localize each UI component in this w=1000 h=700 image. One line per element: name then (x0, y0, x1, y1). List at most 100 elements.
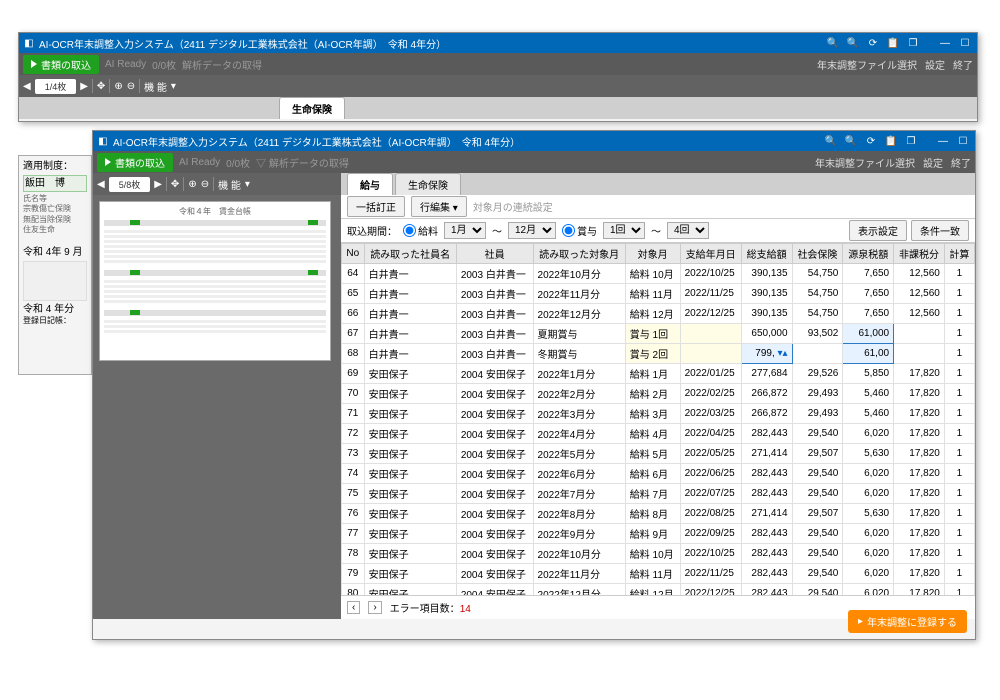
table-row[interactable]: 79安田保子2004 安田保子2022年11月分給料 11月2022/11/25… (342, 564, 975, 584)
cell[interactable]: 78 (342, 544, 365, 564)
cell[interactable]: 給料 12月 (625, 584, 680, 596)
col-header[interactable]: 読み取った対象月 (533, 244, 625, 264)
cell[interactable]: 2022年2月分 (533, 384, 625, 404)
cell[interactable]: 2022年11月分 (533, 564, 625, 584)
cell[interactable]: 29,540 (792, 584, 843, 596)
col-header[interactable]: 読み取った社員名 (364, 244, 456, 264)
cell[interactable]: 5,460 (843, 404, 894, 424)
chevron-down-icon[interactable]: ▾ (171, 81, 176, 92)
cell[interactable]: 安田保子 (364, 404, 456, 424)
col-header[interactable]: 非課税分 (894, 244, 945, 264)
cell[interactable]: 白井貴一 (364, 304, 456, 324)
col-header[interactable]: 社会保険 (792, 244, 843, 264)
cell[interactable]: 1 (944, 464, 974, 484)
zoom-in-icon[interactable]: ⊕ (114, 81, 122, 92)
cell[interactable]: 282,443 (741, 584, 792, 596)
cell[interactable]: 17,820 (894, 524, 945, 544)
cell[interactable]: 67 (342, 324, 365, 344)
zoom-in-icon[interactable]: 🔍 (823, 133, 839, 149)
cell[interactable]: 17,820 (894, 364, 945, 384)
col-header[interactable]: 源泉税額 (843, 244, 894, 264)
cell[interactable]: 65 (342, 284, 365, 304)
cell[interactable]: 白井貴一 (364, 264, 456, 284)
cell[interactable]: 2022/12/25 (680, 584, 741, 596)
tab-life[interactable]: 生命保険 (395, 173, 461, 195)
cell[interactable]: 2003 白井貴一 (456, 344, 533, 364)
table-row[interactable]: 74安田保子2004 安田保子2022年6月分給料 6月2022/06/2528… (342, 464, 975, 484)
cell[interactable]: 給料 6月 (625, 464, 680, 484)
col-header[interactable]: 社員 (456, 244, 533, 264)
cell[interactable]: 2022年9月分 (533, 524, 625, 544)
cell[interactable]: 白井貴一 (364, 284, 456, 304)
maximize-icon[interactable]: ☐ (957, 35, 973, 51)
cell[interactable]: 賞与 2回 (625, 344, 680, 364)
cell[interactable]: 2022/07/25 (680, 484, 741, 504)
maximize-icon[interactable]: ☐ (955, 133, 971, 149)
cell[interactable]: 給料 11月 (625, 284, 680, 304)
next-error-button[interactable]: › (368, 601, 381, 614)
cell[interactable]: 282,443 (741, 464, 792, 484)
cell[interactable]: 17,820 (894, 424, 945, 444)
cell[interactable]: 29,507 (792, 444, 843, 464)
analyze-button[interactable]: ▽ 解析データの取得 (256, 155, 349, 170)
cell[interactable]: 給料 9月 (625, 524, 680, 544)
cell[interactable]: 69 (342, 364, 365, 384)
cell[interactable]: 安田保子 (364, 564, 456, 584)
cell[interactable]: 6,020 (843, 584, 894, 596)
settings-button[interactable]: 設定 (923, 155, 943, 170)
cell[interactable]: 6,020 (843, 524, 894, 544)
yearfile-button[interactable]: 年末調整ファイル選択 (815, 155, 915, 170)
cell[interactable]: 266,872 (741, 404, 792, 424)
cell[interactable]: 1 (944, 364, 974, 384)
cell[interactable]: 29,540 (792, 564, 843, 584)
zoom-out-icon[interactable]: 🔍 (845, 35, 861, 51)
cell[interactable]: 282,443 (741, 524, 792, 544)
cell[interactable]: 7,650 (843, 304, 894, 324)
cell[interactable]: 2003 白井貴一 (456, 264, 533, 284)
cell[interactable] (680, 344, 741, 364)
salary-radio[interactable]: 給料 (403, 223, 438, 238)
cell[interactable]: 799, ▾▴ (741, 344, 792, 364)
table-row[interactable]: 64白井貴一2003 白井貴一2022年10月分給料 10月2022/10/25… (342, 264, 975, 284)
cell[interactable]: 1 (944, 444, 974, 464)
cell[interactable]: 17,820 (894, 544, 945, 564)
register-yearend-button[interactable]: ▸ 年末調整に登録する (848, 610, 967, 633)
cell[interactable]: 2022年1月分 (533, 364, 625, 384)
table-row[interactable]: 71安田保子2004 安田保子2022年3月分給料 3月2022/03/2526… (342, 404, 975, 424)
cell[interactable]: 2022年8月分 (533, 504, 625, 524)
cell[interactable]: 66 (342, 304, 365, 324)
table-row[interactable]: 77安田保子2004 安田保子2022年9月分給料 9月2022/09/2528… (342, 524, 975, 544)
fn-label[interactable]: 機 能 (144, 79, 167, 94)
cell[interactable]: 54,750 (792, 284, 843, 304)
cell[interactable]: 93,502 (792, 324, 843, 344)
cell[interactable]: 12,560 (894, 304, 945, 324)
cell[interactable]: 76 (342, 504, 365, 524)
cell[interactable]: 17,820 (894, 484, 945, 504)
chevron-down-icon[interactable]: ▾ (245, 179, 250, 190)
cell[interactable]: 2004 安田保子 (456, 484, 533, 504)
analyze-button[interactable]: 解析データの取得 (182, 57, 262, 72)
cell[interactable]: 2004 安田保子 (456, 504, 533, 524)
cell[interactable]: 安田保子 (364, 504, 456, 524)
tab-salary[interactable]: 給与 (347, 173, 393, 195)
cell[interactable]: 54,750 (792, 304, 843, 324)
clipboard-icon[interactable]: 📋 (883, 133, 899, 149)
page-prev-icon[interactable]: ◀ (97, 179, 105, 190)
cell[interactable]: 6,020 (843, 424, 894, 444)
cell[interactable]: 5,630 (843, 444, 894, 464)
cell[interactable]: 2022年12月分 (533, 304, 625, 324)
table-row[interactable]: 70安田保子2004 安田保子2022年2月分給料 2月2022/02/2526… (342, 384, 975, 404)
cell[interactable]: 2022年4月分 (533, 424, 625, 444)
cell[interactable]: 650,000 (741, 324, 792, 344)
cell[interactable]: 白井貴一 (364, 344, 456, 364)
cell[interactable]: 2022/06/25 (680, 464, 741, 484)
cell[interactable]: 29,526 (792, 364, 843, 384)
cell[interactable]: 安田保子 (364, 544, 456, 564)
zoom-in-icon[interactable]: ⊕ (188, 179, 196, 190)
cell[interactable]: 1 (944, 544, 974, 564)
cell[interactable]: 6,020 (843, 544, 894, 564)
cell[interactable]: 80 (342, 584, 365, 596)
cell[interactable]: 64 (342, 264, 365, 284)
close-button[interactable]: 終了 (951, 155, 971, 170)
cell[interactable]: 71 (342, 404, 365, 424)
